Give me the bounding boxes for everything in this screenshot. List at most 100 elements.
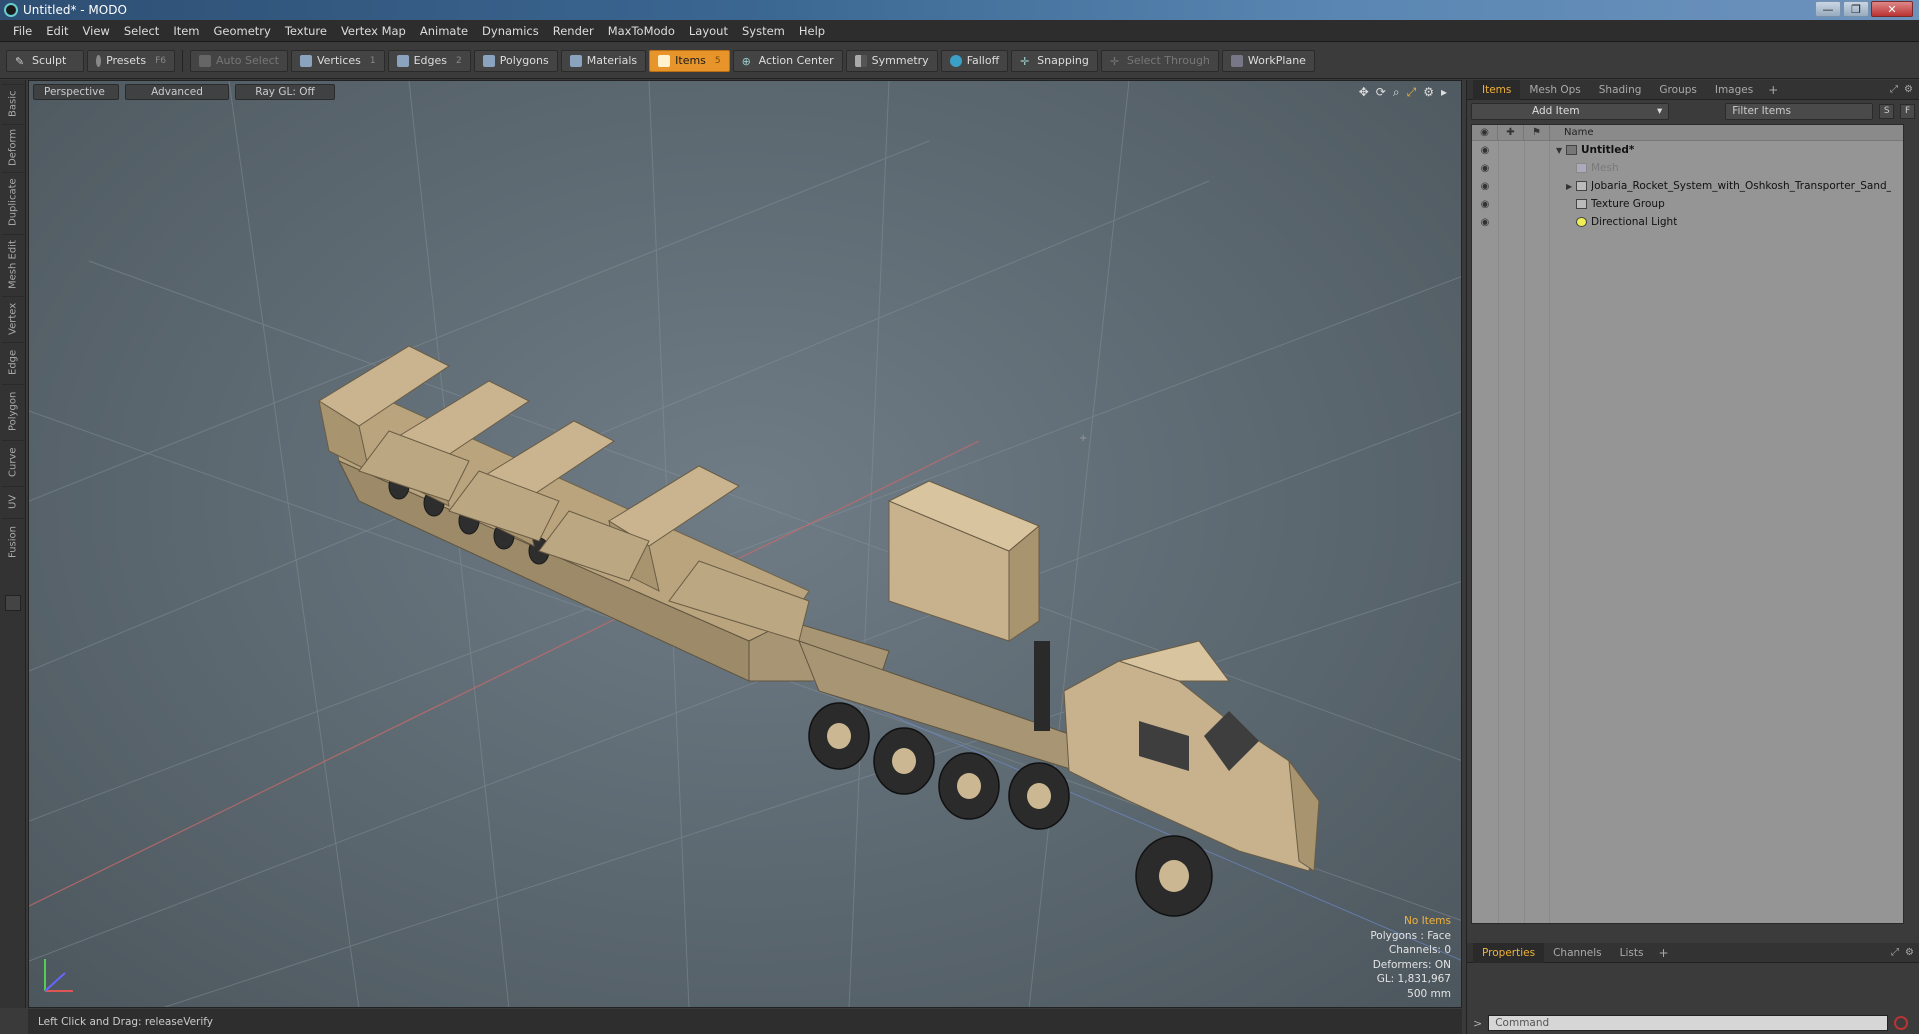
tree-row-directional-light[interactable]: ◉ Directional Light	[1472, 213, 1903, 231]
tree-row-rocket-system[interactable]: ◉ ▶ Jobaria_Rocket_System_with_Oshkosh_T…	[1472, 177, 1903, 195]
tree-row-scene[interactable]: ◉ ▼ Untitled*	[1472, 141, 1903, 159]
edges-button[interactable]: Edges 2	[387, 49, 471, 72]
command-input[interactable]: Command	[1488, 1015, 1889, 1031]
rotate-icon[interactable]: ⟳	[1376, 85, 1386, 100]
scene-render: +	[29, 81, 1461, 1007]
expand-triangle-icon[interactable]: ▶	[1566, 182, 1576, 191]
tree-row-mesh[interactable]: ◉ Mesh	[1472, 159, 1903, 177]
maximize-button[interactable]: ❐	[1843, 1, 1869, 17]
collapse-triangle-icon[interactable]: ▼	[1556, 146, 1566, 155]
menu-item[interactable]: Item	[166, 24, 206, 38]
tab-mesh-edit[interactable]: Mesh Edit	[2, 234, 24, 294]
tab-shading[interactable]: Shading	[1590, 80, 1651, 100]
presets-button[interactable]: Presets F6	[87, 49, 175, 72]
menu-select[interactable]: Select	[117, 24, 166, 38]
close-button[interactable]: ✕	[1871, 1, 1913, 17]
tab-duplicate[interactable]: Duplicate	[2, 172, 24, 232]
record-macro-icon[interactable]	[1894, 1016, 1909, 1030]
falloff-icon	[949, 54, 962, 67]
add-item-dropdown[interactable]: Add Item ▾	[1471, 102, 1670, 120]
eye-icon[interactable]: ◉	[1472, 141, 1498, 159]
panel-gear-icon[interactable]: ⚙	[1905, 947, 1914, 958]
minimize-button[interactable]: —	[1815, 1, 1841, 17]
add-tab-icon[interactable]: +	[1762, 83, 1784, 97]
sculpt-button[interactable]: ✎ Sculpt	[6, 49, 84, 72]
menu-file[interactable]: File	[6, 24, 39, 38]
3d-viewport[interactable]: Perspective Advanced Ray GL: Off ✥ ⟳ ⌕ ⤢…	[28, 80, 1462, 1008]
panel-toggle-button[interactable]	[5, 595, 21, 611]
tab-mesh-ops[interactable]: Mesh Ops	[1520, 80, 1589, 100]
visibility-column-icon[interactable]: ◉	[1472, 124, 1498, 141]
eye-icon[interactable]: ◉	[1472, 213, 1498, 231]
snapping-button[interactable]: ✛ Snapping	[1011, 49, 1098, 72]
tab-channels[interactable]: Channels	[1544, 943, 1611, 963]
menu-dynamics[interactable]: Dynamics	[475, 24, 546, 38]
left-tool-tabs: Basic Deform Duplicate Mesh Edit Vertex …	[0, 80, 26, 1008]
tab-groups[interactable]: Groups	[1650, 80, 1705, 100]
select-through-button[interactable]: ✛ Select Through	[1100, 49, 1219, 72]
add-tab-icon[interactable]: +	[1652, 946, 1674, 960]
tab-edge[interactable]: Edge	[2, 342, 24, 382]
vertices-icon	[299, 54, 312, 67]
tree-row-texture-group[interactable]: ◉ Texture Group	[1472, 195, 1903, 213]
raygl-toggle[interactable]: Ray GL: Off	[235, 84, 335, 100]
shading-dropdown[interactable]: Advanced	[125, 84, 229, 100]
tab-deform[interactable]: Deform	[2, 124, 24, 170]
menu-geometry[interactable]: Geometry	[207, 24, 278, 38]
falloff-button[interactable]: Falloff	[940, 49, 1009, 72]
filter-s-button[interactable]: S	[1879, 103, 1895, 119]
tab-fusion[interactable]: Fusion	[2, 518, 24, 566]
tab-polygon[interactable]: Polygon	[2, 384, 24, 438]
fit-icon[interactable]: ⤢	[1407, 85, 1417, 100]
ground-grid	[29, 81, 1461, 1007]
menu-bar: File Edit View Select Item Geometry Text…	[0, 20, 1919, 42]
panel-gear-icon[interactable]: ⚙	[1904, 84, 1913, 95]
expand-arrow-icon[interactable]: ▸	[1441, 85, 1447, 100]
menu-texture[interactable]: Texture	[278, 24, 334, 38]
symmetry-button[interactable]: Symmetry	[845, 49, 938, 72]
menu-edit[interactable]: Edit	[39, 24, 75, 38]
filter-f-button[interactable]: F	[1900, 103, 1915, 119]
tab-images[interactable]: Images	[1706, 80, 1762, 100]
filter-items-input[interactable]: Filter Items	[1725, 102, 1874, 120]
deformers-info: Deformers: ON	[1372, 958, 1451, 971]
vertices-button[interactable]: Vertices 1	[290, 49, 385, 72]
tab-vertex[interactable]: Vertex	[2, 296, 24, 340]
menu-animate[interactable]: Animate	[413, 24, 475, 38]
tab-properties[interactable]: Properties	[1473, 942, 1545, 963]
lock-column-icon[interactable]: ✚	[1498, 124, 1524, 141]
menu-system[interactable]: System	[735, 24, 792, 38]
auto-select-button[interactable]: Auto Select	[190, 49, 288, 72]
materials-button[interactable]: Materials	[560, 49, 647, 72]
menu-vertex-map[interactable]: Vertex Map	[334, 24, 413, 38]
tab-items[interactable]: Items	[1473, 79, 1521, 100]
name-column-header[interactable]: Name	[1550, 127, 1594, 138]
edges-icon	[396, 54, 409, 67]
view-mode-dropdown[interactable]: Perspective	[33, 84, 119, 100]
popout-icon[interactable]: ⤢	[1891, 947, 1899, 958]
workplane-button[interactable]: WorkPlane	[1221, 49, 1315, 72]
pan-icon[interactable]: ✥	[1359, 85, 1369, 100]
menu-maxtomodo[interactable]: MaxToModo	[601, 24, 682, 38]
eye-icon[interactable]: ◉	[1472, 159, 1498, 177]
tab-lists[interactable]: Lists	[1611, 943, 1653, 963]
tab-curve[interactable]: Curve	[2, 440, 24, 484]
menu-render[interactable]: Render	[546, 24, 601, 38]
menu-view[interactable]: View	[76, 24, 117, 38]
items-button[interactable]: Items 5	[649, 49, 730, 72]
zoom-icon[interactable]: ⌕	[1393, 85, 1400, 100]
main-toolbar: ✎ Sculpt Presets F6 Auto Select Vertices…	[0, 43, 1919, 79]
menu-layout[interactable]: Layout	[682, 24, 735, 38]
eye-icon[interactable]: ◉	[1472, 195, 1498, 213]
polygons-button[interactable]: Polygons	[473, 49, 558, 72]
viewport-stats: No Items Polygons : Face Channels: 0 Def…	[1370, 914, 1451, 1001]
popout-icon[interactable]: ⤢	[1890, 84, 1898, 95]
render-column-icon[interactable]: ⚑	[1524, 124, 1550, 141]
action-center-button[interactable]: ⊕ Action Center	[732, 49, 843, 72]
tab-uv[interactable]: UV	[2, 486, 24, 516]
tab-basic[interactable]: Basic	[2, 84, 24, 122]
texture-group-icon	[1576, 199, 1587, 209]
settings-gear-icon[interactable]: ⚙	[1423, 85, 1434, 100]
eye-icon[interactable]: ◉	[1472, 177, 1498, 195]
menu-help[interactable]: Help	[792, 24, 832, 38]
